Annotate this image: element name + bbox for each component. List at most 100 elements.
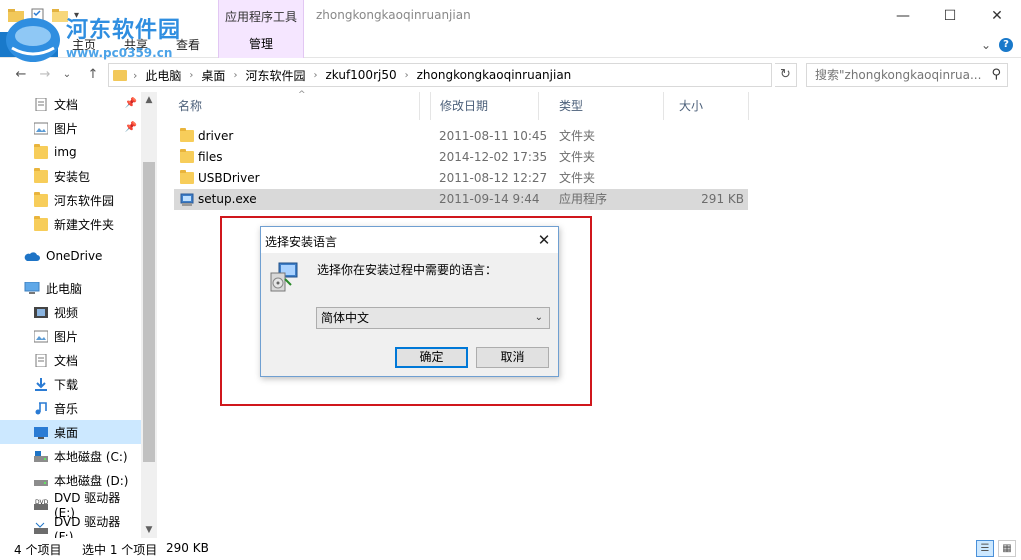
breadcrumb-separator[interactable]: › bbox=[313, 70, 317, 81]
folder-icon[interactable] bbox=[8, 8, 24, 22]
details-view-button[interactable]: ☰ bbox=[976, 540, 994, 557]
dialog-close-button[interactable]: ✕ bbox=[532, 229, 556, 251]
search-icon[interactable]: ⚲ bbox=[991, 67, 1001, 82]
breadcrumb-separator[interactable]: › bbox=[189, 70, 193, 81]
file-row[interactable]: files 2014-12-02 17:35 文件夹 bbox=[174, 147, 748, 168]
expand-ribbon-icon[interactable]: ⌄ bbox=[981, 38, 991, 52]
file-size bbox=[684, 147, 744, 168]
computer-icon bbox=[24, 281, 40, 294]
nav-item-dvd-f[interactable]: DVD 驱动器 (F:) bbox=[0, 515, 141, 538]
file-row[interactable]: driver 2011-08-11 10:45 文件夹 bbox=[174, 126, 748, 147]
nav-item-label: 视频 bbox=[54, 305, 79, 320]
pin-icon[interactable]: 📌 bbox=[125, 122, 137, 133]
nav-item-label: 安装包 bbox=[54, 169, 91, 184]
nav-item-music[interactable]: 音乐 bbox=[0, 396, 141, 420]
document-icon bbox=[35, 97, 47, 111]
column-headers: ^ 名称 修改日期 类型 大小 bbox=[158, 90, 758, 120]
language-select-value: 简体中文 bbox=[321, 311, 370, 325]
tab-share[interactable]: 共享 bbox=[124, 36, 148, 53]
nav-item-downloads[interactable]: 下载 bbox=[0, 372, 141, 396]
breadcrumb-separator[interactable]: › bbox=[133, 69, 137, 82]
properties-icon[interactable] bbox=[30, 8, 46, 22]
close-button[interactable]: ✕ bbox=[974, 0, 1020, 32]
navigation-pane[interactable]: 文档 📌 图片 📌 img 安装包 河东软件园 新建文件夹 OneDrive 此… bbox=[0, 92, 157, 538]
breadcrumb-separator[interactable]: › bbox=[233, 70, 237, 81]
ok-button[interactable]: 确定 bbox=[395, 347, 468, 368]
cancel-button[interactable]: 取消 bbox=[476, 347, 549, 368]
refresh-button[interactable]: ↻ bbox=[775, 63, 797, 87]
large-icons-view-button[interactable]: ▦ bbox=[998, 540, 1016, 557]
column-type[interactable]: 类型 bbox=[539, 92, 664, 120]
recent-locations-button[interactable]: ⌄ bbox=[58, 66, 76, 84]
nav-item-this-pc[interactable]: 此电脑 bbox=[0, 276, 141, 300]
tab-manage[interactable]: 管理 bbox=[218, 32, 304, 58]
folder-icon bbox=[180, 170, 194, 184]
scroll-thumb[interactable] bbox=[143, 162, 155, 462]
nav-item-label: 新建文件夹 bbox=[54, 217, 115, 232]
breadcrumb-zkuf100rj50[interactable]: zkuf100rj50 bbox=[325, 68, 396, 82]
window-title: zhongkongkaoqinruanjian bbox=[316, 8, 471, 22]
nav-item-label: 图片 bbox=[54, 121, 79, 136]
dialog-title-bar[interactable]: 选择安装语言 ✕ bbox=[261, 227, 558, 253]
back-button[interactable]: ← bbox=[12, 66, 30, 84]
new-folder-icon[interactable] bbox=[52, 8, 68, 22]
chevron-down-icon[interactable]: ⌄ bbox=[535, 308, 543, 328]
navigation-scrollbar[interactable]: ▲ ▼ bbox=[141, 92, 157, 538]
column-date[interactable]: 修改日期 bbox=[419, 92, 539, 120]
nav-item-pc-documents[interactable]: 文档 bbox=[0, 348, 141, 372]
address-field[interactable]: › 此电脑 › 桌面 › 河东软件园 › zkuf100rj50 › zhong… bbox=[108, 63, 875, 87]
status-selection: 选中 1 个项目 bbox=[82, 543, 158, 557]
address-bar-row: ← → ⌄ ↑ › 此电脑 › 桌面 › 河东软件园 › zkuf100rj50… bbox=[0, 60, 1021, 90]
customize-dropdown-icon[interactable]: ▾ bbox=[74, 10, 79, 21]
onedrive-icon bbox=[24, 251, 40, 261]
file-date: 2011-08-12 12:27 bbox=[439, 171, 548, 185]
file-name: setup.exe bbox=[198, 192, 257, 206]
scroll-up-arrow[interactable]: ▲ bbox=[141, 92, 157, 108]
file-type: 文件夹 bbox=[559, 150, 596, 164]
nav-item-desktop[interactable]: 桌面 bbox=[0, 420, 141, 444]
tab-view[interactable]: 查看 bbox=[176, 36, 200, 53]
tab-file[interactable]: 文件 bbox=[0, 32, 58, 57]
maximize-button[interactable]: ☐ bbox=[927, 0, 973, 32]
language-dialog[interactable]: 选择安装语言 ✕ 选择你在安装过程中需要的语言： 简体中文 ⌄ 确定 取消 bbox=[260, 226, 559, 377]
tab-home[interactable]: 主页 bbox=[72, 36, 96, 53]
nav-item-install-packages[interactable]: 安装包 bbox=[0, 164, 141, 188]
dvd-icon bbox=[34, 522, 48, 534]
scroll-down-arrow[interactable]: ▼ bbox=[141, 522, 157, 538]
search-box[interactable]: ⚲ bbox=[806, 63, 1008, 87]
video-icon bbox=[34, 306, 48, 318]
language-select[interactable]: 简体中文 ⌄ bbox=[316, 307, 550, 329]
breadcrumb-desktop[interactable]: 桌面 bbox=[201, 67, 225, 84]
breadcrumb-current[interactable]: zhongkongkaoqinruanjian bbox=[417, 68, 572, 82]
nav-item-img[interactable]: img bbox=[0, 140, 141, 164]
nav-item-onedrive[interactable]: OneDrive bbox=[0, 244, 141, 268]
file-row-selected[interactable]: setup.exe 2011-09-14 9:44 应用程序 291 KB bbox=[174, 189, 748, 210]
pin-icon[interactable]: 📌 bbox=[125, 98, 137, 109]
file-name: driver bbox=[198, 129, 234, 143]
nav-item-pictures[interactable]: 图片 📌 bbox=[0, 116, 141, 140]
nav-item-documents[interactable]: 文档 📌 bbox=[0, 92, 141, 116]
column-size[interactable]: 大小 bbox=[659, 92, 749, 120]
breadcrumb-this-pc[interactable]: 此电脑 bbox=[145, 67, 181, 84]
nav-item-pc-pictures[interactable]: 图片 bbox=[0, 324, 141, 348]
nav-item-label: 下载 bbox=[54, 377, 79, 392]
file-date: 2011-09-14 9:44 bbox=[439, 192, 540, 206]
dialog-prompt: 选择你在安装过程中需要的语言： bbox=[317, 263, 498, 277]
forward-button[interactable]: → bbox=[36, 66, 54, 84]
title-bar: ▾ 应用程序工具 zhongkongkaoqinruanjian — ☐ ✕ bbox=[0, 0, 1021, 32]
up-button[interactable]: ↑ bbox=[84, 66, 102, 84]
search-input[interactable] bbox=[815, 68, 985, 82]
breadcrumb-separator[interactable]: › bbox=[405, 70, 409, 81]
minimize-button[interactable]: — bbox=[880, 0, 926, 32]
nav-item-drive-c[interactable]: 本地磁盘 (C:) bbox=[0, 444, 141, 468]
nav-item-videos[interactable]: 视频 bbox=[0, 300, 141, 324]
nav-item-new-folder[interactable]: 新建文件夹 bbox=[0, 212, 141, 236]
file-row[interactable]: USBDriver 2011-08-12 12:27 文件夹 bbox=[174, 168, 748, 189]
breadcrumb-hedong[interactable]: 河东软件园 bbox=[245, 67, 305, 84]
help-icon[interactable]: ? bbox=[999, 38, 1013, 52]
column-name[interactable]: 名称 bbox=[158, 92, 431, 120]
file-size bbox=[684, 168, 744, 189]
file-type: 应用程序 bbox=[559, 192, 608, 206]
nav-item-label: 图片 bbox=[54, 329, 79, 344]
nav-item-hedong[interactable]: 河东软件园 bbox=[0, 188, 141, 212]
